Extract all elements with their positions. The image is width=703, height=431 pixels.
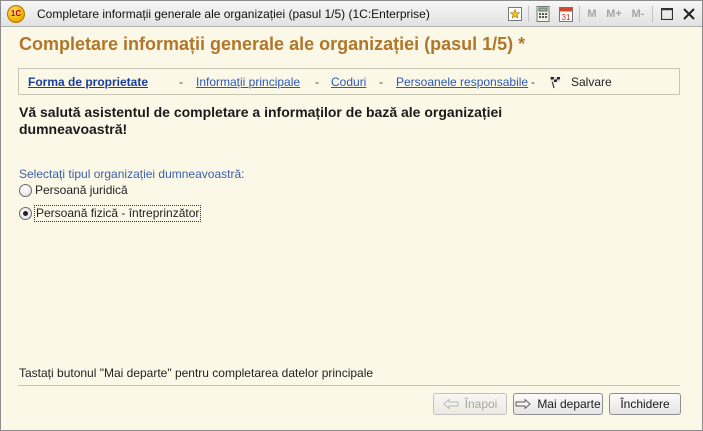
calendar-icon[interactable]: 31 bbox=[557, 5, 575, 23]
step-codes[interactable]: Coduri bbox=[331, 75, 366, 89]
radio-button[interactable] bbox=[19, 184, 32, 197]
title-bar: 1C Completare informații generale ale or… bbox=[1, 1, 702, 27]
back-button[interactable]: Înapoi bbox=[433, 393, 507, 415]
memory-mplus-button[interactable]: M+ bbox=[604, 5, 624, 23]
step-separator: - bbox=[315, 75, 319, 89]
greeting-text: Vă salută asistentul de completare a inf… bbox=[19, 104, 503, 137]
next-button-label: Mai departe bbox=[537, 397, 601, 411]
radio-legal-entity[interactable]: Persoană juridică bbox=[19, 183, 139, 199]
toolbar-separator bbox=[579, 6, 580, 22]
step-save: Salvare bbox=[571, 75, 612, 89]
step-ownership-form[interactable]: Forma de proprietate bbox=[28, 75, 148, 89]
radio-dot bbox=[23, 211, 28, 216]
toolbar-separator bbox=[652, 6, 653, 22]
hint-text: Tastați butonul "Mai departe" pentru com… bbox=[19, 366, 374, 380]
close-icon[interactable] bbox=[680, 5, 698, 23]
radio-label[interactable]: Persoană juridică bbox=[34, 183, 129, 198]
step-separator: - bbox=[531, 75, 535, 89]
window: 1C Completare informații generale ale or… bbox=[0, 0, 703, 431]
radio-label[interactable]: Persoană fizică - întreprinzător bbox=[34, 205, 202, 222]
radio-button-selected[interactable] bbox=[19, 207, 32, 220]
arrow-right-icon bbox=[515, 395, 531, 415]
close-button[interactable]: Închidere bbox=[609, 393, 681, 415]
page-title: Completare informații generale ale organ… bbox=[19, 34, 526, 54]
svg-text:31: 31 bbox=[562, 13, 571, 22]
back-button-label: Înapoi bbox=[464, 397, 498, 411]
calculator-icon[interactable] bbox=[534, 5, 552, 23]
radio-individual-entrepreneur[interactable]: Persoană fizică - întreprinzător bbox=[19, 205, 202, 222]
memory-m-button[interactable]: M bbox=[585, 5, 599, 23]
step-separator: - bbox=[179, 75, 183, 89]
finish-flag-icon bbox=[550, 76, 561, 89]
wizard-steps: Forma de proprietate - Informații princi… bbox=[18, 68, 680, 95]
app-logo-icon[interactable]: 1C bbox=[7, 5, 25, 23]
next-button[interactable]: Mai departe bbox=[513, 393, 603, 415]
memory-mminus-button[interactable]: M- bbox=[628, 5, 648, 23]
arrow-left-icon bbox=[442, 395, 459, 415]
favorites-star-icon[interactable] bbox=[506, 5, 524, 23]
maximize-icon[interactable] bbox=[658, 5, 676, 23]
step-responsible-persons[interactable]: Persoanele responsabile bbox=[396, 75, 528, 89]
footer-divider bbox=[18, 385, 680, 386]
step-separator: - bbox=[379, 75, 383, 89]
step-main-info[interactable]: Informații principale bbox=[196, 75, 300, 89]
toolbar-separator bbox=[528, 6, 529, 22]
organization-type-label: Selectați tipul organizației dumneavoast… bbox=[19, 167, 245, 181]
window-title: Completare informații generale ale organ… bbox=[37, 7, 430, 21]
